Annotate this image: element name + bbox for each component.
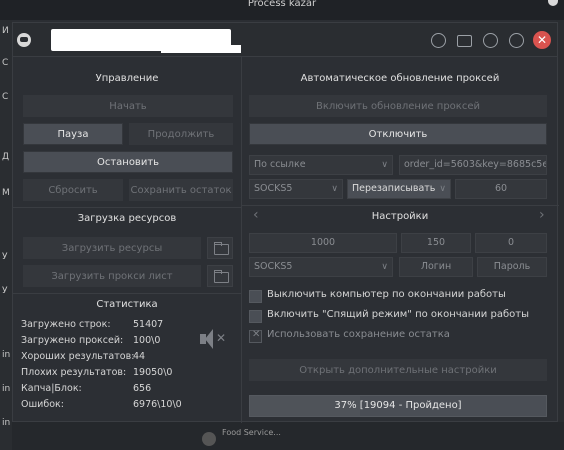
stop-button[interactable]: Остановить <box>23 151 233 173</box>
background-letter: in <box>2 418 11 428</box>
stat-value: 6976\10\0 <box>133 399 182 410</box>
info-icon[interactable] <box>431 33 446 48</box>
threads-input[interactable]: 1000 <box>249 233 397 253</box>
close-button[interactable]: ✕ <box>533 31 551 49</box>
proxy-type-select[interactable]: SOCKS5 ∨ <box>249 257 393 277</box>
background-window-left-strip: И С С Д М У У in in in <box>0 20 12 450</box>
chevron-down-icon: ∨ <box>381 160 388 170</box>
chevron-down-icon: ∨ <box>381 262 388 272</box>
load-resources-button[interactable]: Загрузить ресурсы <box>23 237 201 259</box>
settings-section-title: Настройки <box>371 211 429 222</box>
background-letter: in <box>2 350 11 360</box>
chevron-right-icon[interactable]: › <box>539 207 545 223</box>
stat-row: Загружено строк: 51407 <box>21 319 191 335</box>
reset-button[interactable]: Сбросить <box>23 179 123 201</box>
redacted-title <box>51 29 241 53</box>
save-rest-label: Использовать сохранение остатка <box>267 329 450 340</box>
section-divider <box>13 207 241 208</box>
progress-bar: 37% [19094 - Пройдено] <box>249 395 547 417</box>
mode-select[interactable]: Перезаписывать ∨ <box>347 179 451 199</box>
stat-label: Хороших результатов: <box>21 351 135 362</box>
folder-icon[interactable] <box>457 35 472 47</box>
stat-label: Загружено проксей: <box>21 335 124 346</box>
proxy-type-value: SOCKS5 <box>254 261 293 272</box>
proxy-url-input[interactable]: order_id=5603&key=8685c5ed <box>399 155 547 175</box>
control-section-title: Управление <box>95 73 159 84</box>
protocol-select[interactable]: SOCKS5 ∨ <box>249 179 343 199</box>
background-letter: С <box>2 92 9 102</box>
pause-button[interactable]: Пауза <box>23 123 123 145</box>
stat-row: Хороших результатов: 44 <box>21 351 191 367</box>
save-rest-button[interactable]: Сохранить остаток <box>129 179 233 201</box>
background-window-bottom: Food Service... <box>12 422 564 450</box>
auto-update-section-title: Автоматическое обновление проксей <box>300 73 500 84</box>
chevron-down-icon: ∨ <box>331 184 338 194</box>
folder-open-icon[interactable] <box>207 265 233 287</box>
stat-label: Загружено строк: <box>21 319 111 330</box>
stats-section-title: Статистика <box>96 299 158 310</box>
password-input[interactable]: Пароль <box>477 257 547 277</box>
interval-input[interactable]: 60 <box>455 179 547 199</box>
background-letter: У <box>2 252 8 262</box>
background-window-titlebar: Process kazar <box>0 0 564 20</box>
speaker-muted-icon[interactable]: ✕ <box>200 327 226 351</box>
stat-value: 100\0 <box>133 335 161 346</box>
sleep-checkbox[interactable] <box>249 310 262 323</box>
stat-row: Капча|Блок: 656 <box>21 383 191 399</box>
menu-icon[interactable] <box>509 33 524 48</box>
start-button[interactable]: Начать <box>23 95 233 117</box>
folder-open-icon[interactable] <box>207 237 233 259</box>
stat-value: 19050\0 <box>133 367 173 378</box>
stat-value: 51407 <box>133 319 164 330</box>
retries-input[interactable]: 0 <box>475 233 547 253</box>
source-select-value: По ссылке <box>254 159 306 170</box>
sleep-label: Включить "Спящий режим" по окончании раб… <box>267 309 529 320</box>
protocol-select-value: SOCKS5 <box>254 183 293 194</box>
disable-button[interactable]: Отключить <box>249 123 547 145</box>
titlebar: ✕ <box>13 23 557 57</box>
stat-label: Ошибок: <box>21 399 64 410</box>
background-letter: in <box>2 384 11 394</box>
stat-label: Капча|Блок: <box>21 383 82 394</box>
section-divider <box>13 293 241 294</box>
enable-proxy-update-button[interactable]: Включить обновление проксей <box>249 95 547 117</box>
login-input[interactable]: Логин <box>399 257 473 277</box>
stat-value: 656 <box>133 383 152 394</box>
list-icon[interactable] <box>483 33 498 48</box>
background-letter: М <box>2 188 10 198</box>
load-proxy-button[interactable]: Загрузить прокси лист <box>23 265 201 287</box>
background-letter: Д <box>2 152 10 162</box>
background-letter: С <box>2 58 9 68</box>
stat-row: Загружено проксей: 100\0 <box>21 335 191 351</box>
timeout-input[interactable]: 150 <box>401 233 471 253</box>
resources-section-title: Загрузка ресурсов <box>77 213 177 224</box>
main-window: ✕ Управление Начать Пауза Продолжить Ост… <box>12 22 559 423</box>
background-app-icon <box>202 432 216 446</box>
stat-row: Плохих результатов: 19050\0 <box>21 367 191 383</box>
shutdown-checkbox[interactable] <box>249 290 262 303</box>
progress-text: 37% [19094 - Пройдено] <box>334 400 462 411</box>
stat-label: Плохих результатов: <box>21 367 127 378</box>
background-letter: И <box>2 26 9 36</box>
section-divider <box>241 205 559 206</box>
mode-select-value: Перезаписывать <box>352 183 436 194</box>
stat-row: Ошибок: 6976\10\0 <box>21 399 191 415</box>
app-logo-icon <box>17 33 31 47</box>
source-select[interactable]: По ссылке ∨ <box>249 155 393 175</box>
panel-divider <box>241 57 242 423</box>
background-letter: У <box>2 286 8 296</box>
shutdown-label: Выключить компьютер по окончании работы <box>267 289 506 300</box>
save-rest-checkbox[interactable] <box>249 329 262 343</box>
background-row-text: Food Service... <box>222 428 281 437</box>
chevron-down-icon: ∨ <box>439 184 446 194</box>
open-more-settings-button[interactable]: Открыть дополнительные настройки <box>249 359 547 381</box>
stat-value: 44 <box>133 351 146 362</box>
background-window-title: Process kazar <box>247 0 317 9</box>
resume-button[interactable]: Продолжить <box>129 123 233 145</box>
